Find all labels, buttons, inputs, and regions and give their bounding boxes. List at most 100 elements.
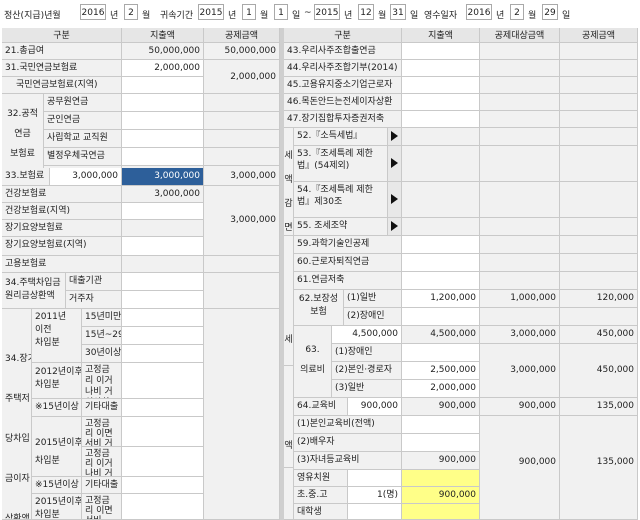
- period-label: 귀속기간: [160, 11, 194, 21]
- row-61-target: [480, 272, 560, 290]
- 15-29-input[interactable]: [122, 327, 204, 345]
- health-insurance-local-input[interactable]: [122, 203, 204, 220]
- settlement-year-input[interactable]: 2016: [80, 4, 106, 20]
- row-63-deduction: 450,000: [560, 344, 638, 398]
- year-unit: 년: [110, 11, 119, 21]
- pension-civil-input[interactable]: [122, 94, 204, 112]
- period-to-month-input[interactable]: 12: [358, 4, 374, 20]
- row-43-input[interactable]: [402, 43, 480, 60]
- row-44-deduction: [560, 60, 638, 77]
- kindergarten-amount-input[interactable]: [402, 470, 480, 487]
- lender-input[interactable]: [122, 273, 204, 291]
- pension-private-school-input[interactable]: [122, 130, 204, 148]
- school-amount-input[interactable]: 900,000: [402, 487, 480, 504]
- row-44-label: 44.우리사주조합기부(2014): [284, 60, 402, 77]
- row-46-input[interactable]: [402, 94, 480, 111]
- other-loan-input[interactable]: [122, 399, 204, 417]
- receipt-month-input[interactable]: 2: [510, 4, 524, 20]
- settlement-month-input[interactable]: 2: [124, 4, 138, 20]
- row-63-total-input[interactable]: 4,500,000: [332, 326, 402, 344]
- play-arrow-icon: [391, 221, 398, 231]
- period-from-day-input[interactable]: 1: [274, 4, 288, 20]
- row-62-line1: 62.보장성: [298, 294, 339, 304]
- row-63-general-input[interactable]: 2,000,000: [402, 380, 480, 398]
- row-33-amount-selected[interactable]: 3,000,000: [122, 168, 204, 186]
- row-54-expand-button[interactable]: [388, 182, 402, 218]
- row-45-input[interactable]: [402, 77, 480, 94]
- side-char-5: 세: [284, 326, 294, 366]
- row-61-label: 61.연금저축: [294, 272, 402, 290]
- row-55-expand-button[interactable]: [388, 218, 402, 236]
- row-44-input[interactable]: [402, 60, 480, 77]
- period-from-month-input[interactable]: 1: [242, 4, 256, 20]
- row-64-deduction: 135,000: [560, 398, 638, 416]
- employment-insurance-deduction: [204, 256, 280, 273]
- ltc-insurance-local-input[interactable]: [122, 237, 204, 256]
- right-header-gubun: 구분: [284, 28, 402, 43]
- play-arrow-icon: [391, 131, 398, 141]
- row-47-input[interactable]: [402, 111, 480, 128]
- row-62-general-input[interactable]: 1,200,000: [402, 290, 480, 308]
- row-62-disabled-input[interactable]: [402, 308, 480, 326]
- row-59-input[interactable]: [402, 236, 480, 254]
- row-64-children-amount: 900,000: [402, 452, 480, 470]
- row-64-spouse-label: (2)배우자: [294, 434, 402, 452]
- side-char-2: 액: [284, 175, 293, 185]
- row-34-long-line1: 34.장기: [5, 354, 31, 364]
- row-55-label: 55. 조세조약: [294, 218, 388, 236]
- fixed-and-nongrace-input[interactable]: [122, 417, 204, 447]
- university-count-input[interactable]: [348, 504, 402, 520]
- row-47-target: [480, 111, 560, 128]
- row-64-spouse-input[interactable]: [402, 434, 480, 452]
- resident-input[interactable]: [122, 291, 204, 309]
- other-loan-2-label: 기타대출: [82, 477, 122, 494]
- kindergarten-count-input[interactable]: [348, 470, 402, 487]
- row-53-deduction: [560, 146, 638, 182]
- row-31-local-input[interactable]: [122, 77, 204, 94]
- row-62-line2: 보험: [310, 307, 327, 317]
- row-52-expand-button[interactable]: [388, 128, 402, 146]
- loan-2015-sub: 차입분: [32, 447, 82, 477]
- row-53-amount: [402, 146, 480, 182]
- row-55-deduction: [560, 218, 638, 236]
- row-54-deduction: [560, 182, 638, 218]
- fixed-and-nongrace-2-input[interactable]: [122, 494, 204, 520]
- under-15-input[interactable]: [122, 309, 204, 327]
- day-unit: 일: [562, 11, 571, 21]
- period-to-year-input[interactable]: 2015: [314, 4, 340, 20]
- row-64-children-label: (3)자녀등교육비: [294, 452, 402, 470]
- row-64-self-input[interactable]: [402, 416, 480, 434]
- row-63-disabled-input[interactable]: [402, 344, 480, 362]
- row-53-expand-button[interactable]: [388, 146, 402, 182]
- row-59-deduction: [560, 236, 638, 254]
- pension-military-input[interactable]: [122, 112, 204, 130]
- school-count-input[interactable]: 1(명): [348, 487, 402, 504]
- health-insurance-local-label: 건강보험료(지역): [2, 203, 122, 220]
- day-unit: 일: [410, 11, 419, 21]
- row-61-input[interactable]: [402, 272, 480, 290]
- over-30-input[interactable]: [122, 345, 204, 363]
- year-unit: 년: [344, 11, 353, 21]
- row-31-label: 31.국민연금보험료: [2, 60, 122, 77]
- kindergarten-label: 영유치원: [294, 470, 348, 487]
- university-label: 대학생: [294, 504, 348, 520]
- fixed-and-nongrace-label: 고정금리 이면서비 거치상환: [82, 417, 122, 447]
- pension-military-deduction: [204, 112, 280, 130]
- row-31-amount-input[interactable]: 2,000,000: [122, 60, 204, 77]
- pension-postal-input[interactable]: [122, 148, 204, 166]
- university-amount-input[interactable]: [402, 504, 480, 520]
- row-33-input[interactable]: 3,000,000: [50, 168, 122, 186]
- other-loan-2-input[interactable]: [122, 477, 204, 494]
- row-63-self-elder-input[interactable]: 2,500,000: [402, 362, 480, 380]
- row-34-long-deduction: [204, 309, 280, 520]
- row-60-input[interactable]: [402, 254, 480, 272]
- fixed-or-nongrace-2-input[interactable]: [122, 447, 204, 477]
- receipt-year-input[interactable]: 2016: [466, 4, 492, 20]
- row-64-target: 900,000: [480, 398, 560, 416]
- row-64-input[interactable]: 900,000: [348, 398, 402, 416]
- row-59-label: 59.과학기술인공제: [294, 236, 402, 254]
- period-from-year-input[interactable]: 2015: [198, 4, 224, 20]
- period-to-day-input[interactable]: 31: [390, 4, 406, 20]
- receipt-day-input[interactable]: 29: [542, 4, 558, 20]
- fixed-or-nongrace-input[interactable]: [122, 363, 204, 399]
